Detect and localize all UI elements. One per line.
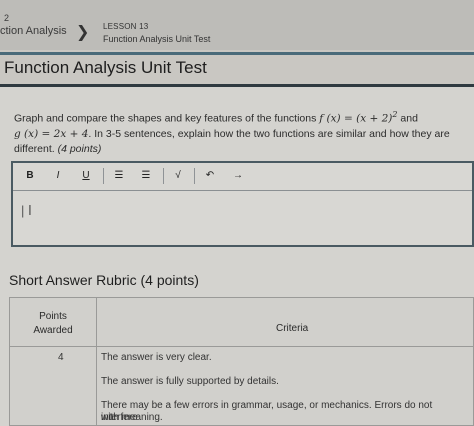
question-text: Graph and compare the shapes and key fea…	[14, 107, 472, 157]
answer-editor[interactable]: B I U ☰ ☰ √ ↶ → | Ⅰ	[11, 161, 474, 247]
question-line2: . In 3-5 sentences, explain how the two …	[88, 127, 450, 140]
breadcrumb-previous[interactable]: 2 ction Analysis	[0, 12, 67, 38]
previous-lesson-label: ction Analysis	[0, 25, 67, 37]
toolbar-divider	[194, 168, 195, 184]
italic-button[interactable]: I	[49, 169, 67, 183]
points-column-header: Points Awarded	[10, 310, 96, 338]
underline-button[interactable]: U	[77, 169, 95, 183]
f-expression: f (x) = (x + 2)	[319, 112, 393, 125]
header-row-divider	[10, 346, 473, 347]
editor-toolbar: B I U ☰ ☰ √ ↶ →	[13, 163, 472, 191]
rubric-title: Short Answer Rubric (4 points)	[9, 272, 199, 288]
points-header-line1: Points	[39, 311, 67, 322]
header-divider	[0, 52, 474, 55]
criteria-column-header: Criteria	[276, 323, 309, 334]
lesson-header: 2 ction Analysis ❯ LESSON 13 Function An…	[0, 0, 474, 50]
toolbar-divider	[103, 168, 104, 184]
rubric-criterion: The answer is fully supported by details…	[101, 376, 279, 387]
breadcrumb-current: LESSON 13 Function Analysis Unit Test	[103, 20, 210, 46]
align-right-icon[interactable]: ☰	[137, 169, 155, 183]
rubric-criterion: with meaning.	[101, 412, 163, 423]
previous-lesson-number: 2	[4, 13, 10, 23]
question-line1-prefix: Graph and compare the shapes and key fea…	[14, 112, 320, 125]
g-expression: g (x) = 2x + 4	[14, 127, 89, 140]
lesson-number: LESSON 13	[103, 22, 149, 31]
bold-button[interactable]: B	[21, 169, 39, 183]
square-root-icon[interactable]: √	[169, 169, 187, 183]
title-divider	[0, 84, 474, 87]
chevron-right-icon: ❯	[76, 24, 90, 41]
toolbar-divider	[163, 168, 164, 184]
align-left-icon[interactable]: ☰	[110, 169, 128, 183]
rubric-row-points: 4	[58, 352, 64, 363]
answer-textarea[interactable]	[13, 191, 472, 245]
column-divider	[96, 298, 97, 425]
question-points: (4 points)	[57, 142, 102, 155]
undo-icon[interactable]: ↶	[201, 169, 219, 183]
question-line1-suffix: and	[397, 112, 418, 125]
page-title: Function Analysis Unit Test	[4, 58, 207, 77]
question-line3: different.	[14, 142, 55, 155]
points-header-line2: Awarded	[33, 325, 73, 336]
redo-icon[interactable]: →	[229, 169, 247, 183]
rubric-criterion: The answer is very clear.	[101, 352, 212, 363]
lesson-title: Function Analysis Unit Test	[103, 34, 211, 44]
rubric-table: Points Awarded Criteria 4 The answer is …	[9, 297, 474, 426]
